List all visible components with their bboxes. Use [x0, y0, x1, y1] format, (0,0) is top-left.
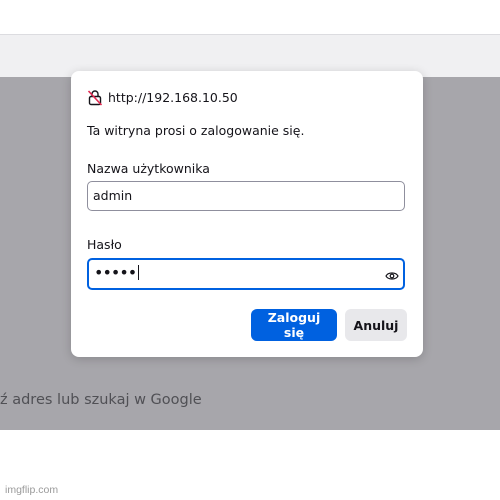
new-tab-search-hint[interactable]: ź adres lub szukaj w Google — [0, 392, 202, 408]
auth-dialog: http://192.168.10.50 Ta witryna prosi o … — [71, 71, 423, 357]
watermark: imgflip.com — [5, 484, 59, 496]
cancel-button[interactable]: Anuluj — [345, 309, 407, 341]
username-field[interactable]: admin — [87, 181, 405, 211]
password-field[interactable]: ••••• — [87, 258, 405, 290]
text-caret — [138, 265, 140, 280]
lock-insecure-icon — [87, 89, 103, 106]
username-value: admin — [93, 188, 133, 203]
password-value: ••••• — [94, 263, 137, 282]
dialog-prompt: Ta witryna prosi o zalogowanie się. — [87, 123, 305, 138]
password-label: Hasło — [87, 237, 122, 252]
dialog-url: http://192.168.10.50 — [108, 89, 238, 105]
eye-icon[interactable] — [385, 267, 399, 280]
dialog-origin-row: http://192.168.10.50 — [87, 87, 238, 107]
browser-tab-strip — [0, 0, 500, 34]
password-value-wrap: ••••• — [94, 263, 140, 282]
page-bottom — [0, 430, 500, 500]
login-button[interactable]: Zaloguj się — [251, 309, 337, 341]
username-label: Nazwa użytkownika — [87, 161, 210, 176]
